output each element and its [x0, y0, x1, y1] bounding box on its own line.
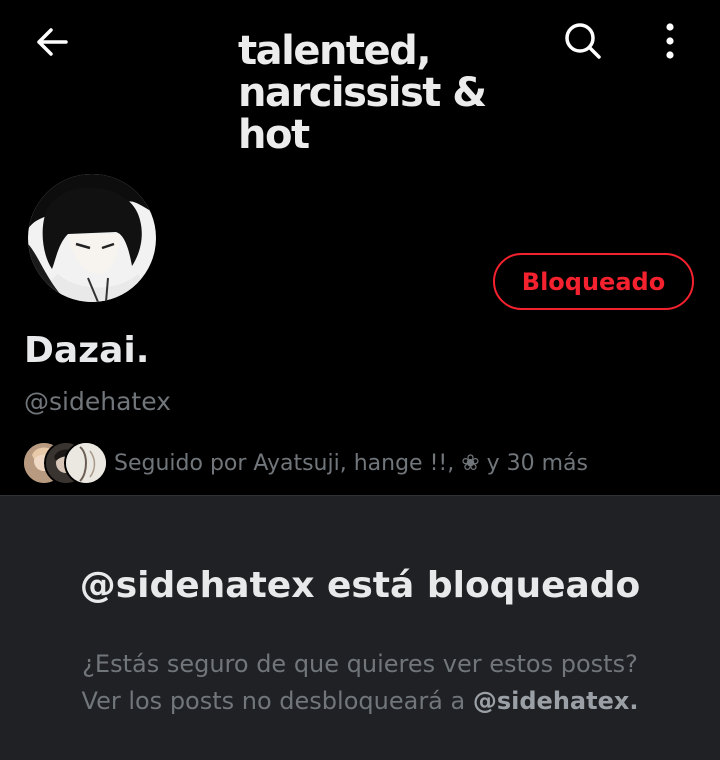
blocked-notice-description: ¿Estás seguro de que quieres ver estos p…	[0, 646, 720, 720]
followed-by-row[interactable]: Seguido por Ayatsuji, hange !!, ❀ y 30 m…	[22, 440, 588, 486]
blocked-notice-title: @sidehatex está bloqueado	[79, 565, 641, 606]
arrow-left-icon	[37, 28, 68, 56]
followed-by-text: Seguido por Ayatsuji, hange !!, ❀ y 30 m…	[114, 450, 588, 476]
blocked-button-label: Bloqueado	[521, 267, 666, 296]
more-vertical-icon	[666, 23, 674, 59]
more-options-button[interactable]	[642, 13, 698, 69]
profile-banner: talented, narcissist & hot	[0, 0, 720, 190]
banner-text: talented, narcissist & hot	[238, 28, 487, 158]
search-button[interactable]	[555, 13, 611, 69]
profile-screen: talented, narcissist & hot Bloqueado Daz…	[0, 0, 720, 760]
blocked-notice-line-2: Ver los posts no desbloqueará a @sidehat…	[0, 683, 720, 720]
follower-avatars	[22, 440, 108, 486]
banner-line-3: hot	[238, 112, 310, 158]
display-name: Dazai.	[24, 330, 150, 371]
follower-avatar	[64, 441, 108, 485]
blocked-notice-panel: @sidehatex está bloqueado ¿Estás seguro …	[0, 495, 720, 760]
banner-line-1: talented,	[238, 28, 432, 74]
blocked-notice-line-2-text: Ver los posts no desbloqueará a	[81, 687, 473, 715]
blocked-notice-handle: @sidehatex.	[472, 687, 639, 715]
profile-handle: @sidehatex	[24, 387, 171, 416]
banner-line-2: narcissist &	[238, 70, 487, 116]
avatar-image	[28, 174, 156, 302]
blocked-notice-line-1: ¿Estás seguro de que quieres ver estos p…	[82, 650, 638, 678]
blocked-button[interactable]: Bloqueado	[493, 253, 694, 310]
avatar[interactable]	[24, 170, 160, 306]
back-button[interactable]	[24, 14, 80, 70]
search-icon	[565, 23, 601, 59]
